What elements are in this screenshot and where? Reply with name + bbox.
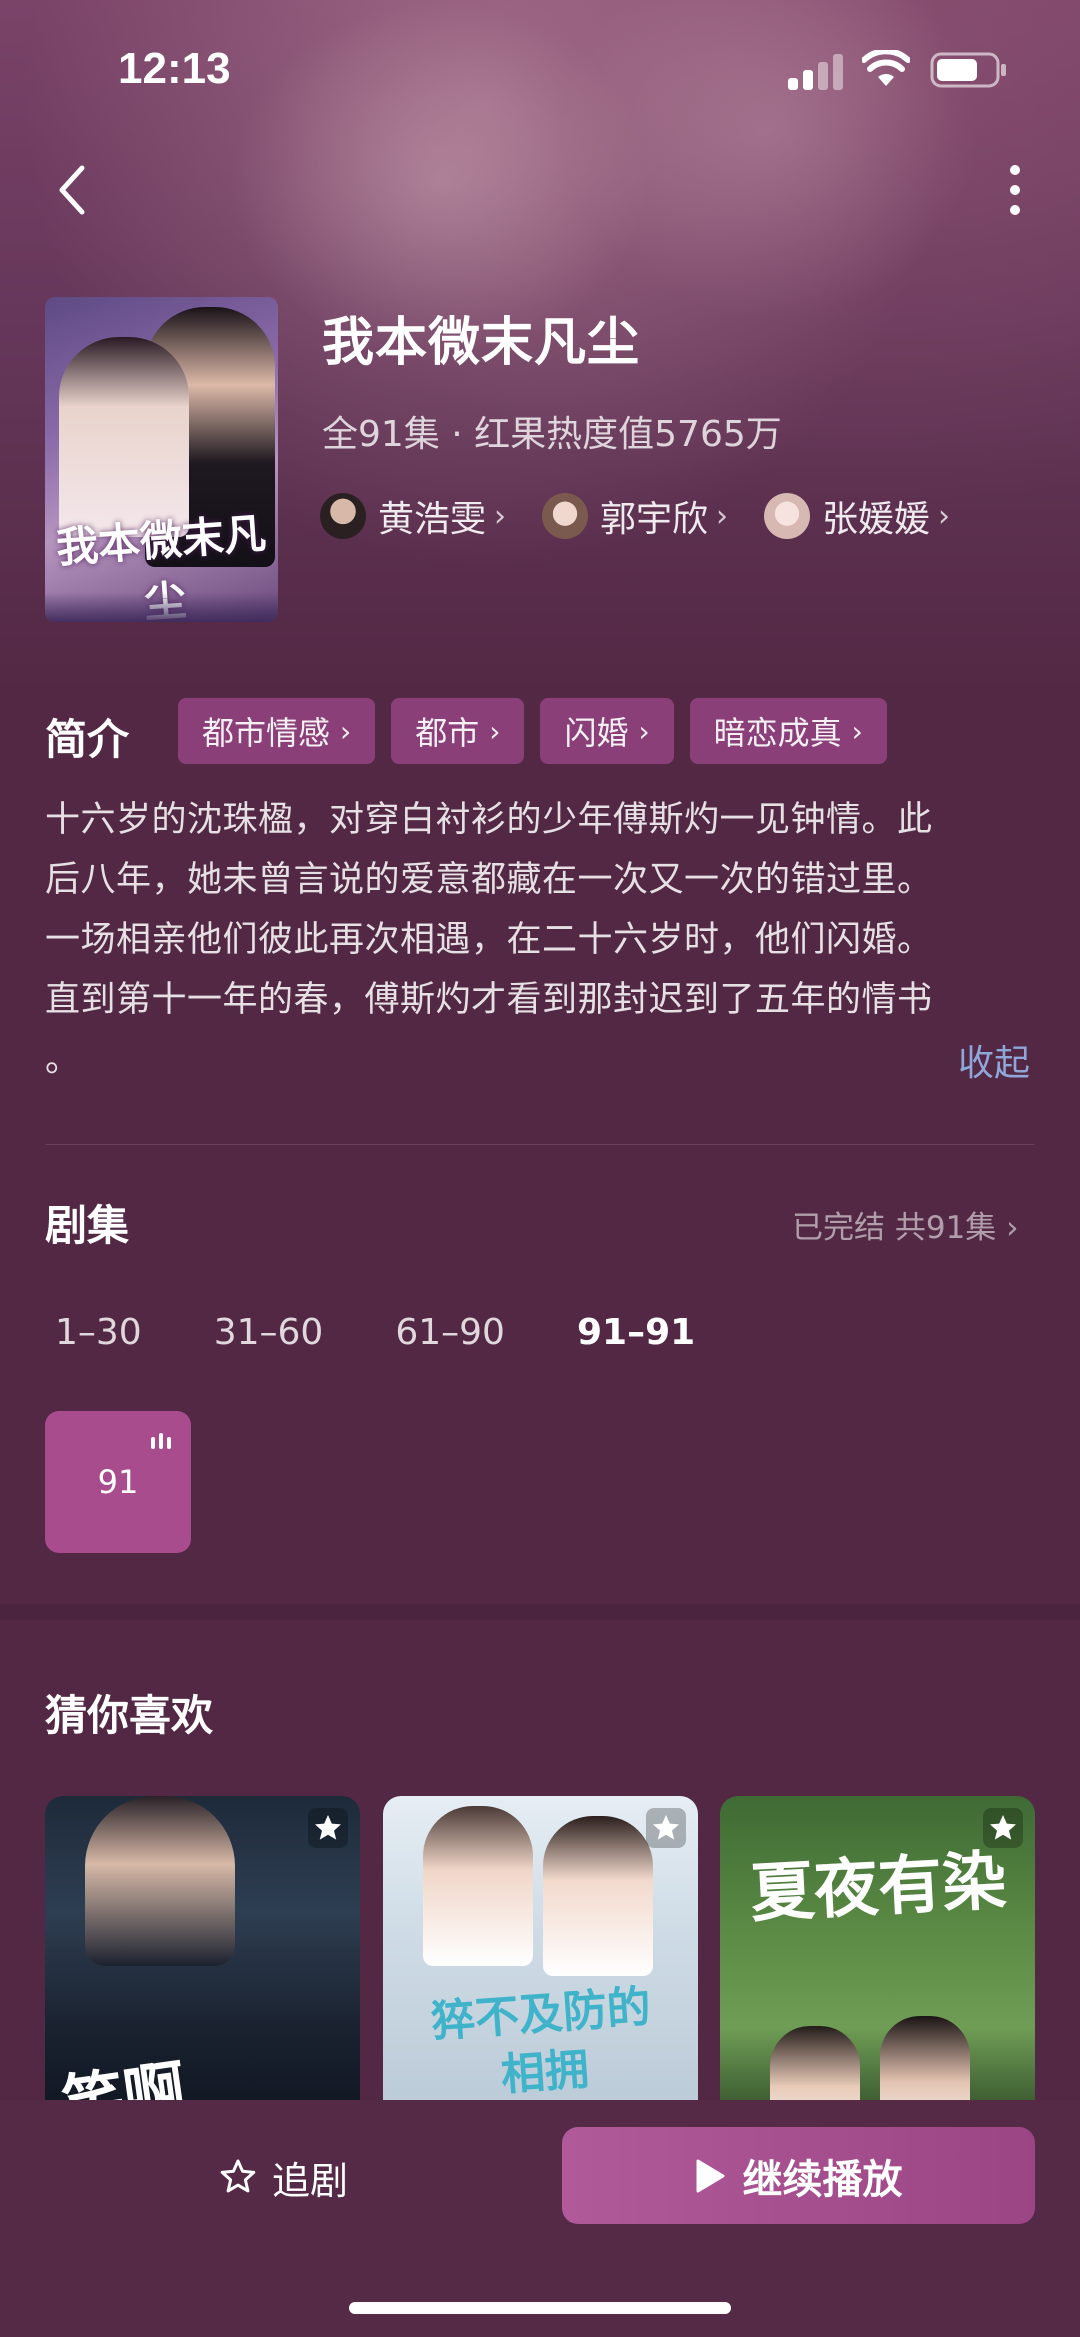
- episodes-status-link[interactable]: 已完结 共91集 ›: [792, 1202, 1019, 1247]
- chevron-right-icon: ›: [340, 714, 352, 748]
- chevron-right-icon: ›: [489, 714, 501, 748]
- status-bar: 12:13: [0, 0, 1080, 140]
- cast-name: 张媛媛: [822, 499, 931, 540]
- continue-playing-button[interactable]: 继续播放: [562, 2127, 1035, 2224]
- card-figure: [85, 1796, 235, 1966]
- collapse-link[interactable]: 收起: [958, 1034, 1030, 1086]
- tab-episode-range[interactable]: 31–60: [214, 1312, 324, 1353]
- more-options-icon[interactable]: [1000, 160, 1030, 220]
- genre-tag[interactable]: 都市情感 ›: [178, 698, 376, 764]
- synopsis-line: 。: [45, 1040, 81, 1080]
- recommend-card[interactable]: 笑啊: [45, 1796, 360, 2126]
- tab-episode-range[interactable]: 61–90: [395, 1312, 505, 1353]
- card-figure: [423, 1806, 533, 1966]
- card-figure: [543, 1816, 653, 1976]
- tag-list: 都市情感 › 都市 › 闪婚 › 暗恋成真 ›: [178, 698, 903, 764]
- poster-credits-strip: [45, 592, 278, 622]
- show-poster: 我本微末凡尘: [45, 297, 278, 622]
- star-outline-icon: [220, 2159, 256, 2193]
- follow-label: 追剧: [272, 2158, 349, 2203]
- cast-item[interactable]: 郭宇欣 ›: [542, 490, 728, 542]
- episode-range-tabs: 1–30 31–60 61–90 91–91: [55, 1312, 767, 1353]
- tag-label: 闪婚: [564, 714, 629, 752]
- cast-item[interactable]: 黄浩雯 ›: [320, 490, 506, 542]
- recommend-heading: 猜你喜欢: [45, 1691, 214, 1740]
- cast-item[interactable]: 张媛媛 ›: [764, 490, 950, 542]
- recommend-card[interactable]: 夏夜有染: [720, 1796, 1035, 2126]
- cast-list: 黄浩雯 › 郭宇欣 › 张媛媛 ›: [320, 490, 986, 542]
- episode-tile[interactable]: 91: [45, 1411, 191, 1553]
- play-icon: [696, 2159, 724, 2192]
- recommend-card[interactable]: 猝不及防的相拥: [383, 1796, 698, 2126]
- synopsis-line: 十六岁的沈珠楹，对穿白衬衫的少年傅斯灼一见钟情。此: [45, 800, 933, 840]
- favorite-star-icon[interactable]: [646, 1808, 686, 1848]
- favorite-star-icon[interactable]: [308, 1808, 348, 1848]
- genre-tag[interactable]: 都市 ›: [391, 698, 525, 764]
- follow-button[interactable]: 追剧: [218, 2147, 348, 2207]
- card-title: 夏夜有染: [748, 1843, 1009, 1932]
- avatar: [542, 493, 589, 539]
- chevron-right-icon: ›: [494, 498, 507, 534]
- continue-label: 继续播放: [742, 2156, 903, 2203]
- favorite-star-icon[interactable]: [983, 1808, 1023, 1848]
- section-divider: [0, 1604, 1080, 1620]
- tag-label: 都市情感: [202, 714, 331, 752]
- tab-episode-range-active[interactable]: 91–91: [577, 1312, 695, 1353]
- divider: [45, 1144, 1035, 1145]
- chevron-right-icon: ›: [851, 714, 863, 748]
- card-title: 猝不及防的相拥: [429, 1981, 653, 2101]
- episode-number: 91: [97, 1463, 139, 1501]
- cast-name: 黄浩雯: [378, 499, 487, 540]
- tag-label: 暗恋成真: [713, 714, 842, 752]
- synopsis-line: 一场相亲他们彼此再次相遇，在二十六岁时，他们闪婚。: [45, 920, 933, 960]
- chevron-right-icon: ›: [638, 714, 650, 748]
- page-title: 我本微末凡尘: [322, 313, 641, 373]
- synopsis-heading: 简介: [45, 715, 130, 764]
- chevron-right-icon: ›: [1006, 1210, 1019, 1246]
- tag-label: 都市: [415, 714, 480, 752]
- chevron-right-icon: ›: [938, 498, 951, 534]
- episodes-heading: 剧集: [45, 1201, 130, 1250]
- synopsis-line: 直到第十一年的春，傅斯灼才看到那封迟到了五年的情书: [45, 980, 933, 1020]
- chevron-right-icon: ›: [716, 498, 729, 534]
- avatar: [764, 493, 811, 539]
- episodes-status: 已完结 共91集: [792, 1210, 997, 1246]
- wifi-icon: [862, 50, 910, 86]
- show-meta: 全91集 · 红果热度值5765万: [322, 414, 782, 455]
- status-time: 12:13: [118, 44, 231, 93]
- avatar: [320, 493, 366, 539]
- genre-tag[interactable]: 暗恋成真 ›: [689, 698, 887, 764]
- cast-name: 郭宇欣: [600, 499, 709, 540]
- genre-tag[interactable]: 闪婚 ›: [540, 698, 674, 764]
- battery-icon: [930, 52, 1006, 88]
- home-indicator[interactable]: [349, 2302, 731, 2314]
- now-playing-icon: [151, 1433, 173, 1449]
- synopsis-text: 十六岁的沈珠楹，对穿白衬衫的少年傅斯灼一见钟情。此 后八年，她未曾言说的爱意都藏…: [45, 790, 1035, 1090]
- tab-episode-range[interactable]: 1–30: [55, 1312, 142, 1353]
- back-icon[interactable]: [50, 160, 94, 220]
- synopsis-line: 后八年，她未曾言说的爱意都藏在一次又一次的错过里。: [45, 860, 933, 900]
- cellular-signal-icon: [788, 52, 844, 90]
